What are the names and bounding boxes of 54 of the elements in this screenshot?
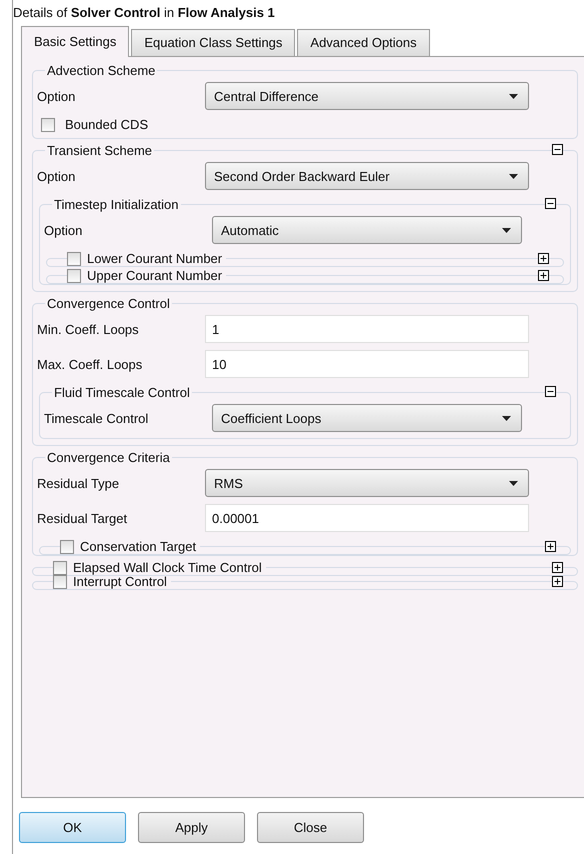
checkbox[interactable]	[53, 574, 67, 588]
expand-icon[interactable]	[538, 270, 549, 281]
section-title: Conservation Target	[80, 539, 196, 554]
collapse-icon[interactable]	[545, 386, 556, 397]
field-label: Max. Coeff. Loops	[36, 356, 144, 372]
checkbox[interactable]	[60, 540, 74, 554]
caret-icon	[502, 416, 511, 420]
collapse-icon[interactable]	[552, 144, 563, 155]
dialog-button[interactable]: Close	[257, 812, 364, 843]
checkbox[interactable]	[67, 252, 81, 266]
section-title: Fluid Timescale Control	[53, 385, 191, 400]
section-title: Upper Courant Number	[87, 268, 222, 283]
section-title: Transient Scheme	[46, 143, 154, 158]
input-field[interactable]: 10	[205, 350, 529, 378]
caret-icon	[509, 174, 518, 178]
expand-icon[interactable]	[545, 541, 556, 552]
expand-icon[interactable]	[538, 253, 549, 264]
input-field[interactable]: 0.00001	[205, 504, 529, 532]
dropdown[interactable]: Coefficient Loops	[212, 404, 522, 432]
field-label: Residual Target	[36, 510, 128, 526]
caret-icon	[502, 228, 511, 232]
field-label: Min. Coeff. Loops	[36, 322, 140, 336]
field-label: Option	[43, 222, 84, 238]
checkbox[interactable]	[67, 268, 81, 282]
tab[interactable]: Basic Settings	[21, 26, 130, 57]
input-field[interactable]: 1	[205, 315, 529, 343]
section-title: Lower Courant Number	[87, 251, 222, 266]
checkbox-label: Bounded CDS	[65, 117, 148, 132]
collapse-icon[interactable]	[545, 198, 556, 209]
dropdown[interactable]: Central Difference	[205, 82, 529, 110]
caret-icon	[509, 480, 518, 486]
expand-icon[interactable]	[552, 562, 563, 573]
dialog-button[interactable]: OK	[19, 812, 126, 843]
field-label: Option	[36, 168, 76, 184]
tab[interactable]: Equation Class Settings	[131, 29, 296, 56]
dropdown[interactable]: RMS	[205, 469, 529, 497]
field-label: Option	[36, 88, 76, 104]
dropdown[interactable]: Second Order Backward Euler	[205, 162, 529, 190]
field-label: Timescale Control	[43, 410, 150, 426]
section-title: Convergence Control	[46, 296, 171, 311]
tab[interactable]: Advanced Options	[297, 29, 430, 56]
section-title: Timestep Initialization	[53, 197, 180, 212]
field-label: Residual Type	[36, 476, 120, 490]
panel-title: Details of Solver Control in Flow Analysis 1	[13, 4, 276, 22]
section-title: Elapsed Wall Clock Time Control	[73, 560, 262, 575]
expand-icon[interactable]	[552, 576, 563, 587]
dialog-button[interactable]: Apply	[138, 812, 245, 843]
checkbox[interactable]	[53, 560, 67, 574]
caret-icon	[509, 94, 518, 98]
section-title: Advection Scheme	[46, 63, 156, 78]
section-title: Convergence Criteria	[46, 450, 171, 465]
dropdown[interactable]: Automatic	[212, 216, 522, 244]
section-title: Interrupt Control	[73, 574, 167, 589]
checkbox[interactable]	[41, 118, 55, 132]
